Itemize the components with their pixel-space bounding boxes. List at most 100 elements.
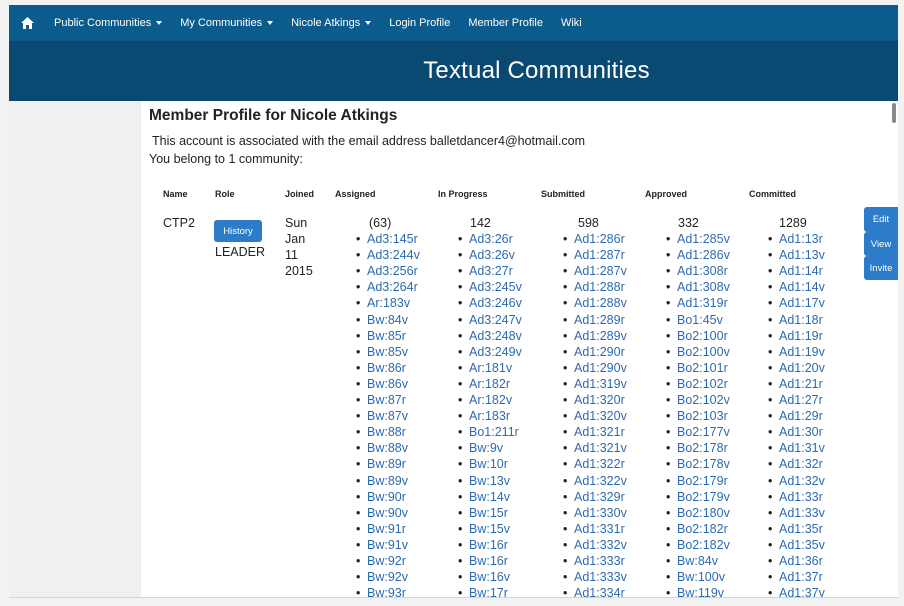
page-link[interactable]: Ad1:35v [768, 537, 825, 553]
page-link[interactable]: Ad1:14r [768, 263, 825, 279]
page-link[interactable]: Bo2:100v [666, 344, 730, 360]
page-link[interactable]: Ar:182v [458, 392, 522, 408]
page-link[interactable]: Bo2:101r [666, 360, 730, 376]
page-link[interactable]: Bo2:182v [666, 537, 730, 553]
page-link[interactable]: Ad1:334r [563, 585, 627, 597]
page-link[interactable]: Bw:119v [666, 585, 730, 597]
page-link[interactable]: Ad1:308r [666, 263, 730, 279]
page-link[interactable]: Ad1:27r [768, 392, 825, 408]
page-link[interactable]: Ad1:32r [768, 456, 825, 472]
page-link[interactable]: Bw:100v [666, 569, 730, 585]
page-link[interactable]: Ad1:333r [563, 553, 627, 569]
page-link[interactable]: Ad1:289v [563, 328, 627, 344]
page-link[interactable]: Ad1:288v [563, 295, 627, 311]
page-link[interactable]: Bw:86v [356, 376, 420, 392]
page-link[interactable]: Bo2:102v [666, 392, 730, 408]
page-link[interactable]: Ad1:321v [563, 440, 627, 456]
page-link[interactable]: Ad1:19v [768, 344, 825, 360]
page-link[interactable]: Ad3:256r [356, 263, 420, 279]
nav-public-communities[interactable]: Public Communities [45, 5, 171, 41]
history-button[interactable]: History [214, 220, 262, 242]
page-link[interactable]: Bo2:182r [666, 521, 730, 537]
page-link[interactable]: Ad1:21r [768, 376, 825, 392]
page-link[interactable]: Bo2:178v [666, 456, 730, 472]
page-link[interactable]: Bo2:180v [666, 505, 730, 521]
page-link[interactable]: Ad1:31v [768, 440, 825, 456]
page-link[interactable]: Ad1:289r [563, 312, 627, 328]
page-link[interactable]: Ad1:29r [768, 408, 825, 424]
page-link[interactable]: Bo2:178r [666, 440, 730, 456]
page-link[interactable]: Ad1:286r [563, 231, 627, 247]
page-link[interactable]: Bw:92v [356, 569, 420, 585]
page-link[interactable]: Ad1:330v [563, 505, 627, 521]
page-link[interactable]: Bo2:102r [666, 376, 730, 392]
nav-user-menu[interactable]: Nicole Atkings [282, 5, 380, 41]
page-link[interactable]: Bo2:179r [666, 473, 730, 489]
page-link[interactable]: Bw:91r [356, 521, 420, 537]
page-link[interactable]: Ad1:320r [563, 392, 627, 408]
scrollbar-thumb[interactable] [892, 103, 896, 123]
page-link[interactable]: Ad3:26v [458, 247, 522, 263]
page-link[interactable]: Ad1:319v [563, 376, 627, 392]
page-link[interactable]: Bw:16r [458, 553, 522, 569]
page-link[interactable]: Ad1:290v [563, 360, 627, 376]
page-link[interactable]: Bw:89r [356, 456, 420, 472]
page-link[interactable]: Ad1:308v [666, 279, 730, 295]
page-link[interactable]: Ad1:322v [563, 473, 627, 489]
page-link[interactable]: Ar:183r [458, 408, 522, 424]
page-link[interactable]: Ad1:332v [563, 537, 627, 553]
page-link[interactable]: Ad1:331r [563, 521, 627, 537]
page-link[interactable]: Ad1:17v [768, 295, 825, 311]
page-link[interactable]: Bo2:103r [666, 408, 730, 424]
page-link[interactable]: Ad1:33r [768, 489, 825, 505]
nav-my-communities[interactable]: My Communities [171, 5, 282, 41]
page-link[interactable]: Ar:182r [458, 376, 522, 392]
page-link[interactable]: Ad1:320v [563, 408, 627, 424]
page-link[interactable]: Ad1:33v [768, 505, 825, 521]
page-link[interactable]: Ad1:14v [768, 279, 825, 295]
page-link[interactable]: Ad1:319r [666, 295, 730, 311]
page-link[interactable]: Bw:86r [356, 360, 420, 376]
page-link[interactable]: Bw:90v [356, 505, 420, 521]
page-link[interactable]: Ad3:27r [458, 263, 522, 279]
page-link[interactable]: Bw:88r [356, 424, 420, 440]
page-link[interactable]: Ad1:20v [768, 360, 825, 376]
page-link[interactable]: Bw:91v [356, 537, 420, 553]
page-link[interactable]: Ad1:288r [563, 279, 627, 295]
page-link[interactable]: Bw:87v [356, 408, 420, 424]
page-link[interactable]: Ad1:37v [768, 585, 825, 597]
page-link[interactable]: Ad3:264r [356, 279, 420, 295]
page-link[interactable]: Ad1:32v [768, 473, 825, 489]
nav-member-profile[interactable]: Member Profile [459, 5, 552, 41]
page-link[interactable]: Bw:88v [356, 440, 420, 456]
page-link[interactable]: Ar:183v [356, 295, 420, 311]
page-link[interactable]: Bw:92r [356, 553, 420, 569]
page-link[interactable]: Bw:84v [666, 553, 730, 569]
vertical-scrollbar[interactable] [891, 101, 898, 597]
page-link[interactable]: Bw:13v [458, 473, 522, 489]
page-link[interactable]: Ad1:19r [768, 328, 825, 344]
page-link[interactable]: Ad3:145r [356, 231, 420, 247]
page-link[interactable]: Ad3:245v [458, 279, 522, 295]
page-link[interactable]: Bw:90r [356, 489, 420, 505]
page-link[interactable]: Ad1:285v [666, 231, 730, 247]
page-link[interactable]: Ad1:333v [563, 569, 627, 585]
page-link[interactable]: Ad3:249v [458, 344, 522, 360]
page-link[interactable]: Ad1:35r [768, 521, 825, 537]
home-icon[interactable] [9, 5, 45, 41]
page-link[interactable]: Ad3:248v [458, 328, 522, 344]
nav-login-profile[interactable]: Login Profile [380, 5, 459, 41]
nav-wiki[interactable]: Wiki [552, 5, 591, 41]
page-link[interactable]: Ad1:37r [768, 569, 825, 585]
page-link[interactable]: Ad1:287r [563, 247, 627, 263]
page-link[interactable]: Ad1:13r [768, 231, 825, 247]
page-link[interactable]: Ad3:26r [458, 231, 522, 247]
page-link[interactable]: Ad1:30r [768, 424, 825, 440]
page-link[interactable]: Ad1:286v [666, 247, 730, 263]
page-link[interactable]: Bo2:100r [666, 328, 730, 344]
page-link[interactable]: Ad1:322r [563, 456, 627, 472]
page-link[interactable]: Bo1:211r [458, 424, 522, 440]
page-link[interactable]: Ad3:246v [458, 295, 522, 311]
page-link[interactable]: Ad1:329r [563, 489, 627, 505]
page-link[interactable]: Ad1:287v [563, 263, 627, 279]
